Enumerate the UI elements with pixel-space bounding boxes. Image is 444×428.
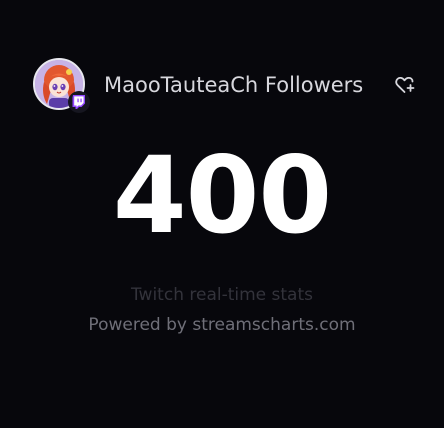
follower-widget: MaooTauteaCh Followers 400 Twitch real-t… [0, 0, 444, 428]
widget-header: MaooTauteaCh Followers [33, 58, 418, 118]
powered-by-link[interactable]: Powered by streamscharts.com [0, 314, 444, 336]
follower-count: 400 [112, 134, 332, 257]
twitch-icon [68, 91, 90, 113]
stats-subtitle: Twitch real-time stats [130, 285, 313, 305]
heart-plus-icon[interactable] [394, 74, 416, 96]
channel-title: MaooTauteaCh Followers [104, 73, 364, 97]
